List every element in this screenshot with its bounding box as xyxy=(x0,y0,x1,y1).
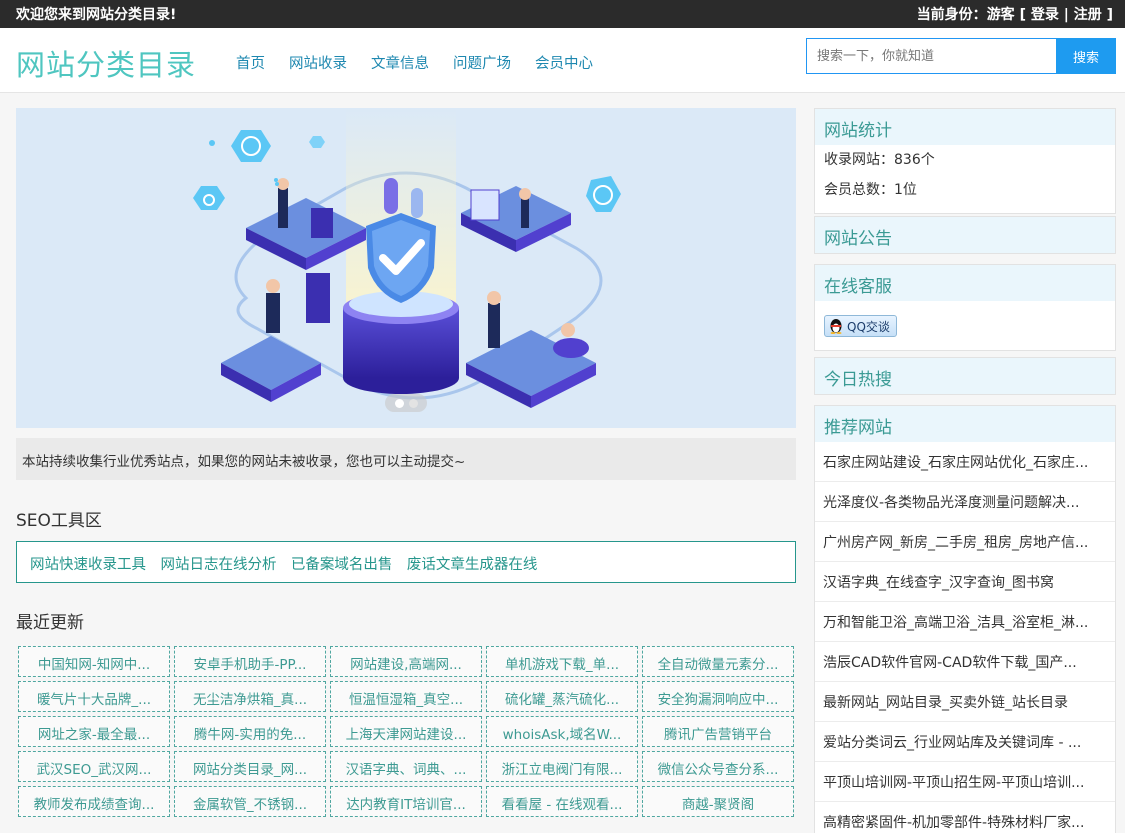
recommend-item[interactable]: 浩辰CAD软件官网-CAD软件下载_国产... xyxy=(815,642,1115,682)
recent-site-link[interactable]: 网站建设,高端网... xyxy=(330,646,482,677)
recent-site-link[interactable]: 无尘洁净烘箱_真... xyxy=(174,681,326,712)
recent-site-link[interactable]: 武汉SEO_武汉网... xyxy=(18,751,170,782)
recent-site-link[interactable]: whoisAsk,域名W... xyxy=(486,716,638,747)
qq-penguin-icon xyxy=(830,319,842,334)
service-widget-title: 在线客服 xyxy=(815,265,1115,301)
seo-link-domain-sale[interactable]: 已备案域名出售 xyxy=(291,557,393,573)
banner-carousel[interactable] xyxy=(16,108,796,428)
nav-questions[interactable]: 问题广场 xyxy=(453,52,511,73)
search-input[interactable] xyxy=(806,38,1056,74)
qq-chat-button[interactable]: QQ交谈 xyxy=(824,315,897,337)
recent-site-link[interactable]: 浙江立电阀门有限... xyxy=(486,751,638,782)
site-logo[interactable]: 网站分类目录 xyxy=(16,42,196,84)
register-link[interactable]: 注册 xyxy=(1074,7,1102,23)
recent-section-title: 最近更新 xyxy=(16,613,84,633)
recent-site-link[interactable]: 安全狗漏洞响应中... xyxy=(642,681,794,712)
recommend-item[interactable]: 石家庄网站建设_石家庄网站优化_石家庄... xyxy=(815,442,1115,482)
nav-site-submit[interactable]: 网站收录 xyxy=(289,52,347,73)
link-divider: | xyxy=(1063,7,1069,23)
recent-site-link[interactable]: 上海天津网站建设... xyxy=(330,716,482,747)
recommend-item[interactable]: 最新网站_网站目录_买卖外链_站长目录 xyxy=(815,682,1115,722)
recent-site-link[interactable]: 单机游戏下载_单... xyxy=(486,646,638,677)
login-link[interactable]: 登录 xyxy=(1031,7,1059,23)
carousel-dot-1[interactable] xyxy=(394,398,404,408)
announce-widget-title: 网站公告 xyxy=(815,217,1115,253)
main-nav: 首页 网站收录 文章信息 问题广场 会员中心 xyxy=(236,52,617,73)
recommend-item[interactable]: 汉语字典_在线查字_汉字查询_图书窝 xyxy=(815,562,1115,602)
recent-site-link[interactable]: 硫化罐_蒸汽硫化... xyxy=(486,681,638,712)
nav-articles[interactable]: 文章信息 xyxy=(371,52,429,73)
recommend-item[interactable]: 高精密紧固件-机加零部件-特殊材料厂家... xyxy=(815,802,1115,833)
recommend-item[interactable]: 万和智能卫浴_高端卫浴_洁具_浴室柜_淋... xyxy=(815,602,1115,642)
nav-home[interactable]: 首页 xyxy=(236,52,265,73)
search-form: 搜索 xyxy=(806,38,1116,74)
recent-site-link[interactable]: 网站分类目录_网... xyxy=(174,751,326,782)
recommend-item[interactable]: 爱站分类词云_行业网站库及关键词库 - ... xyxy=(815,722,1115,762)
hot-search-widget-title: 今日热搜 xyxy=(815,358,1115,394)
recommend-item[interactable]: 平顶山培训网-平顶山招生网-平顶山培训... xyxy=(815,762,1115,802)
guest-label: 游客 xyxy=(986,7,1015,23)
member-count: 会员总数：1位 xyxy=(824,182,917,198)
carousel-dots xyxy=(385,394,427,412)
carousel-dot-2[interactable] xyxy=(408,398,418,408)
stats-widget: 网站统计 收录网站：836个 会员总数：1位 xyxy=(814,108,1116,214)
recent-site-link[interactable]: 汉语字典、词典、... xyxy=(330,751,482,782)
recent-site-link[interactable]: 暖气片十大品牌_... xyxy=(18,681,170,712)
banner-illustration xyxy=(16,108,796,428)
recommend-widget: 推荐网站 石家庄网站建设_石家庄网站优化_石家庄... 光泽度仪-各类物品光泽度… xyxy=(814,405,1116,833)
welcome-text: 欢迎您来到网站分类目录! xyxy=(16,7,177,23)
site-count: 收录网站：836个 xyxy=(824,152,935,168)
seo-section-title: SEO工具区 xyxy=(16,511,102,531)
recent-site-link[interactable]: 达内教育IT培训官... xyxy=(330,786,482,817)
seo-link-article-generator[interactable]: 废话文章生成器在线 xyxy=(407,557,538,573)
recent-site-link[interactable]: 微信公众号查分系... xyxy=(642,751,794,782)
seo-link-log-analysis[interactable]: 网站日志在线分析 xyxy=(160,557,276,573)
recent-site-link[interactable]: 商越-聚贤阁 xyxy=(642,786,794,817)
seo-link-quick-index[interactable]: 网站快速收录工具 xyxy=(30,557,146,573)
search-button[interactable]: 搜索 xyxy=(1056,38,1116,74)
recent-site-link[interactable]: 腾讯广告营销平台 xyxy=(642,716,794,747)
seo-tool-links: 网站快速收录工具 网站日志在线分析 已备案域名出售 废话文章生成器在线 xyxy=(16,541,796,583)
top-bar: 欢迎您来到网站分类目录! 当前身份：游客 [ 登录 | 注册 ] xyxy=(0,0,1125,28)
recent-site-link[interactable]: 恒温恒湿箱_真空... xyxy=(330,681,482,712)
submit-notice: 本站持续收集行业优秀站点，如果您的网站未被收录，您也可以主动提交~ xyxy=(16,438,796,480)
recommend-list: 石家庄网站建设_石家庄网站优化_石家庄... 光泽度仪-各类物品光泽度测量问题解… xyxy=(815,442,1115,833)
recent-site-link[interactable]: 看看屋 - 在线观看... xyxy=(486,786,638,817)
site-header: 网站分类目录 首页 网站收录 文章信息 问题广场 会员中心 搜索 xyxy=(0,28,1125,93)
recent-site-link[interactable]: 全自动微量元素分... xyxy=(642,646,794,677)
announce-widget: 网站公告 xyxy=(814,216,1116,254)
recent-site-link[interactable]: 安卓手机助手-PP... xyxy=(174,646,326,677)
bracket-close: ] xyxy=(1106,7,1113,23)
recent-site-link[interactable]: 网址之家-最全最... xyxy=(18,716,170,747)
service-widget: 在线客服 QQ交谈 xyxy=(814,264,1116,351)
hot-search-widget: 今日热搜 xyxy=(814,357,1116,395)
recent-site-link[interactable]: 中国知网-知网中... xyxy=(18,646,170,677)
recent-site-link[interactable]: 教师发布成绩查询... xyxy=(18,786,170,817)
recent-sites-grid: 中国知网-知网中... 安卓手机助手-PP... 网站建设,高端网... 单机游… xyxy=(18,646,796,817)
identity-label: 当前身份： xyxy=(916,7,987,23)
recent-site-link[interactable]: 腾牛网-实用的免... xyxy=(174,716,326,747)
recent-site-link[interactable]: 金属软管_不锈钢... xyxy=(174,786,326,817)
nav-member-center[interactable]: 会员中心 xyxy=(535,52,593,73)
recommend-widget-title: 推荐网站 xyxy=(815,406,1115,442)
stats-widget-title: 网站统计 xyxy=(815,109,1115,145)
bracket-open: [ xyxy=(1019,7,1026,23)
recommend-item[interactable]: 广州房产网_新房_二手房_租房_房地产信... xyxy=(815,522,1115,562)
qq-chat-label: QQ交谈 xyxy=(847,319,890,334)
recommend-item[interactable]: 光泽度仪-各类物品光泽度测量问题解决... xyxy=(815,482,1115,522)
identity-area: 当前身份：游客 [ 登录 | 注册 ] xyxy=(917,4,1113,24)
